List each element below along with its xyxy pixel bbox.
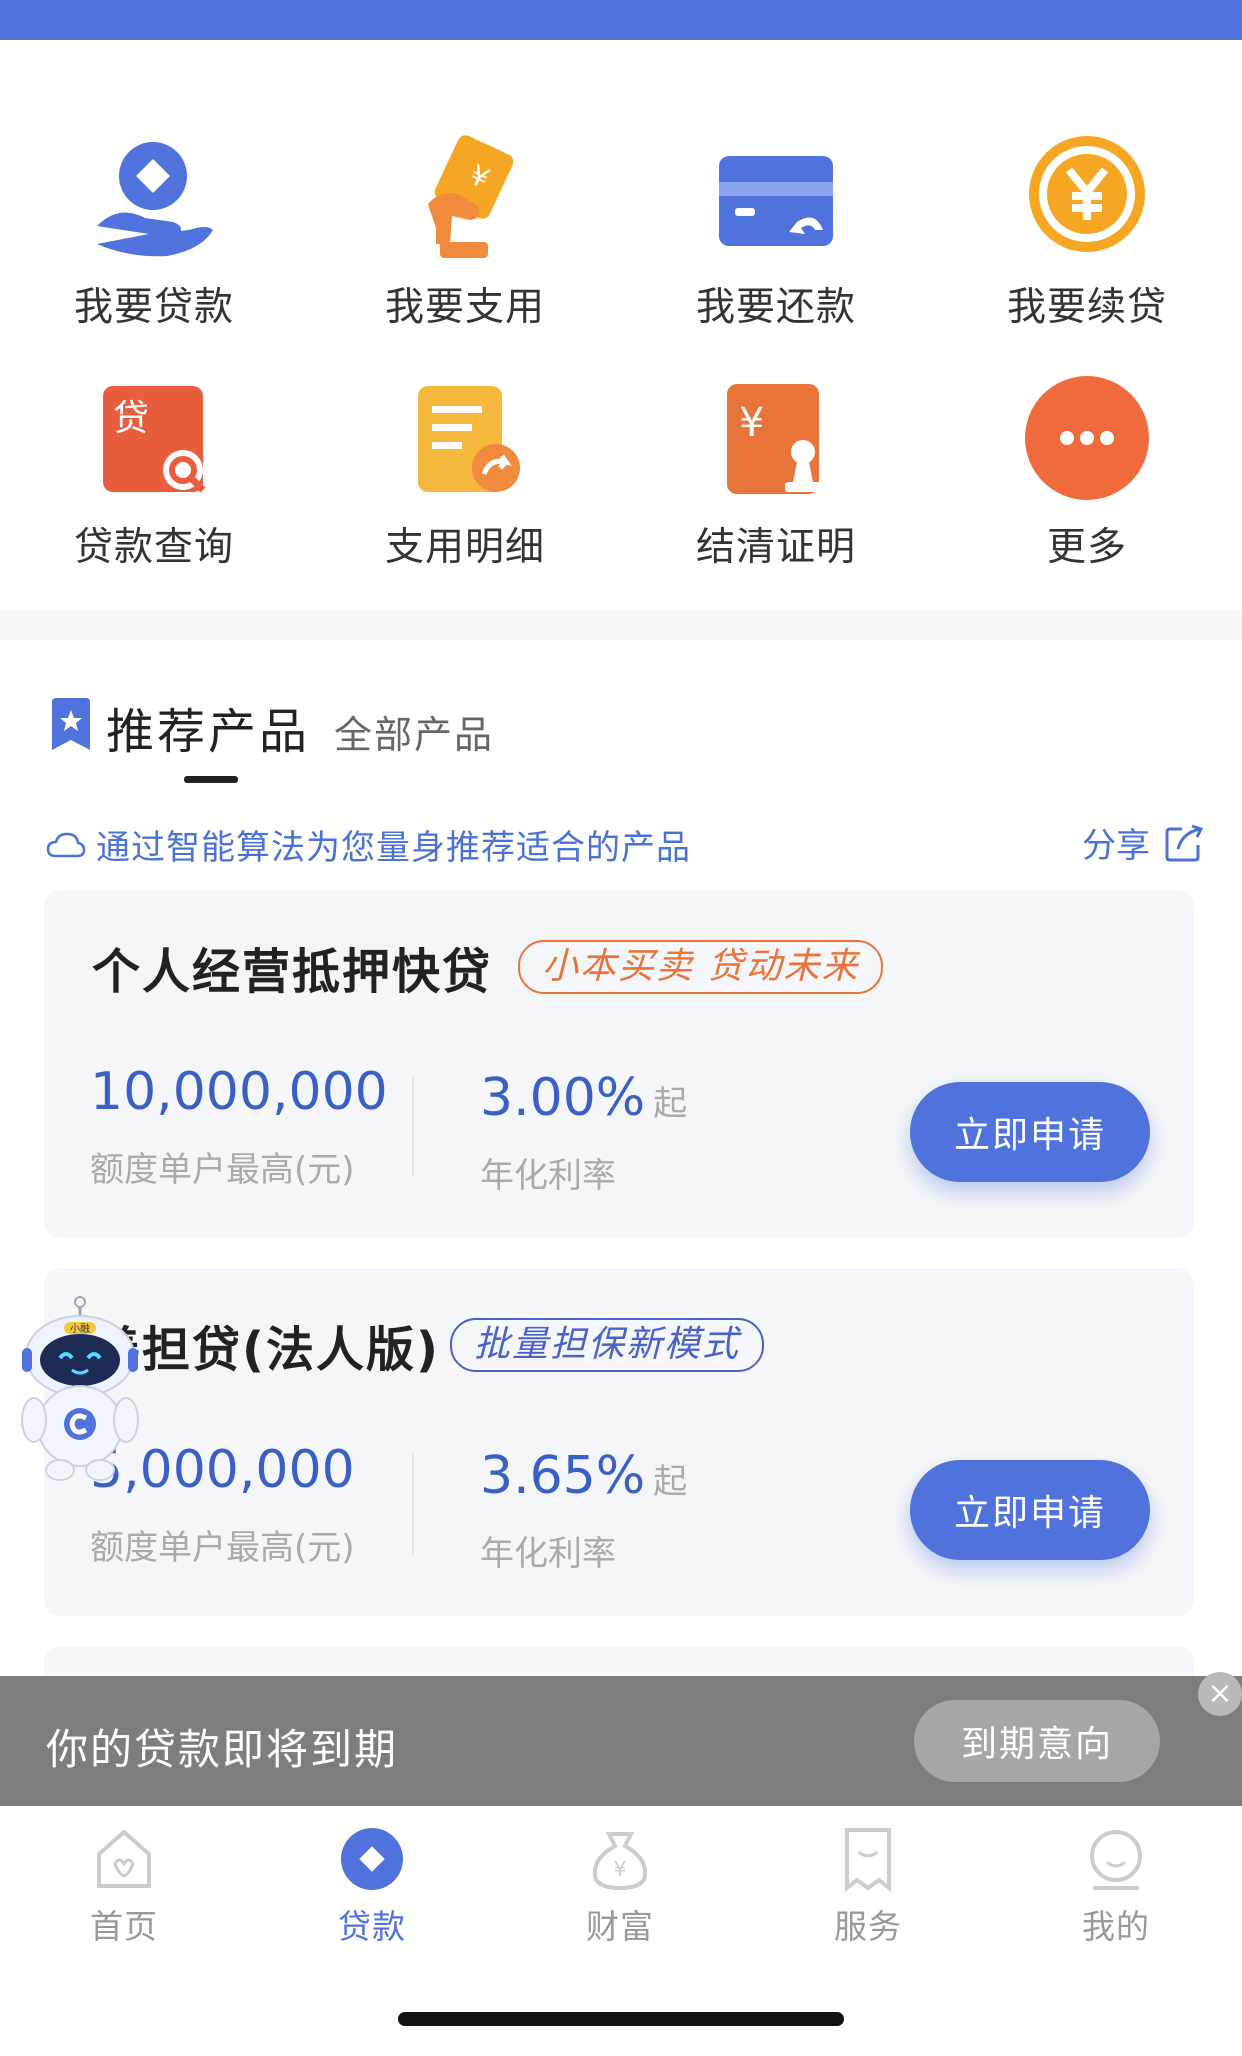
recommend-hint: 通过智能算法为您量身推荐适合的产品 (46, 820, 691, 869)
product-card[interactable]: 个人经营抵押快贷 小本买卖 贷动未来 10,000,000 额度单户最高(元) … (44, 890, 1194, 1238)
rate-suffix: 起 (653, 1462, 688, 1502)
tab-label: 我的 (1082, 1907, 1150, 1946)
top-status-strip (0, 0, 1242, 40)
home-icon (97, 1829, 151, 1888)
wealth-bag-icon: ¥ (592, 1832, 648, 1891)
annual-rate-label: 年化利率 (480, 1156, 616, 1196)
tab-home[interactable]: 首页 (44, 1824, 204, 1948)
product-name: 个人经营抵押快贷 (92, 944, 493, 1000)
due-intention-button[interactable]: 到期意向 (914, 1700, 1160, 1782)
tab-mine[interactable]: 我的 (1036, 1824, 1196, 1948)
grid-label: 支用明细 (384, 525, 545, 570)
annual-rate: 3.00% (480, 1068, 646, 1128)
annual-rate: 3.65% (480, 1446, 646, 1506)
bookmark-star-icon (52, 698, 90, 750)
tab-service[interactable]: 服务 (788, 1824, 948, 1948)
rate-suffix: 起 (653, 1084, 688, 1124)
loan-diamond-icon (341, 1828, 403, 1890)
grid-item-apply-loan[interactable]: 我要贷款 (4, 134, 304, 332)
tab-wealth[interactable]: ¥ 财富 (540, 1824, 700, 1948)
tab-label: 贷款 (338, 1907, 406, 1946)
usage-detail-icon (418, 386, 520, 492)
function-grid: 我要贷款 ¥ 我要支用 我要还款 我要续贷 贷 贷款查询 支用明细 ¥ 结清证明… (0, 40, 1242, 610)
grid-label: 更多 (1046, 525, 1127, 570)
loan-search-icon: 贷 (103, 386, 206, 493)
home-indicator[interactable] (398, 2012, 844, 2026)
svg-text:贷: 贷 (113, 398, 149, 439)
grid-label: 结清证明 (695, 525, 856, 570)
svg-text:¥: ¥ (614, 1857, 627, 1881)
repay-card-icon (719, 156, 833, 246)
grid-item-renew[interactable]: 我要续贷 (937, 134, 1237, 332)
apply-now-button[interactable]: 立即申请 (910, 1460, 1150, 1560)
hint-text: 通过智能算法为您量身推荐适合的产品 (96, 828, 691, 868)
mascot-badge: 小融 (70, 1323, 90, 1335)
max-amount: 10,000,000 (90, 1062, 388, 1122)
grid-label: 我要还款 (695, 285, 856, 330)
divider (412, 1076, 414, 1176)
grid-label: 我要贷款 (73, 285, 234, 330)
share-button[interactable]: 分享 (1082, 818, 1204, 867)
recommend-section: 推荐产品 全部产品 通过智能算法为您量身推荐适合的产品 分享 个人经营抵押快贷 … (0, 640, 1242, 1706)
loan-due-banner: 你的贷款即将到期 到期意向 × (0, 1672, 1242, 1806)
grid-item-withdraw[interactable]: ¥ 我要支用 (315, 134, 615, 332)
tab-recommended[interactable]: 推荐产品 (106, 692, 310, 762)
renew-yen-coin-icon (1029, 136, 1145, 252)
product-tag: 批量担保新模式 (450, 1318, 765, 1372)
grid-item-repay[interactable]: 我要还款 (626, 134, 926, 332)
active-tab-indicator (184, 776, 238, 783)
grid-item-settlement[interactable]: ¥ 结清证明 (626, 374, 926, 572)
banner-message: 你的贷款即将到期 (46, 1725, 399, 1774)
withdraw-card-icon: ¥ (428, 135, 514, 258)
close-icon[interactable]: × (1198, 1672, 1242, 1716)
grid-label: 贷款查询 (73, 525, 234, 570)
product-tag: 小本买卖 贷动未来 (518, 940, 884, 994)
grid-label: 我要续贷 (1006, 285, 1167, 330)
tab-label: 首页 (90, 1907, 158, 1946)
max-amount-label: 额度单户最高(元) (90, 1150, 355, 1190)
rate-block: 3.65% 起 (480, 1446, 687, 1506)
product-name: 善担贷(法人版) (92, 1322, 440, 1378)
annual-rate-label: 年化利率 (480, 1534, 616, 1574)
cloud-icon (46, 832, 86, 857)
product-card[interactable]: 善担贷(法人版) 批量担保新模式 5,000,000 额度单户最高(元) 3.6… (44, 1268, 1194, 1616)
divider (412, 1454, 414, 1554)
grid-item-loan-query[interactable]: 贷 贷款查询 (4, 374, 304, 572)
apply-now-button[interactable]: 立即申请 (910, 1082, 1150, 1182)
share-label: 分享 (1082, 826, 1150, 866)
max-amount-label: 额度单户最高(元) (90, 1528, 355, 1568)
tab-label: 财富 (586, 1907, 654, 1946)
settlement-certificate-icon: ¥ (727, 384, 821, 494)
tab-all-products[interactable]: 全部产品 (334, 704, 494, 759)
svg-text:¥: ¥ (739, 400, 764, 446)
service-icon (845, 1828, 891, 1893)
profile-icon (1090, 1830, 1142, 1890)
robot-assistant-icon[interactable]: 小融 (14, 1296, 144, 1486)
rate-block: 3.00% 起 (480, 1068, 687, 1128)
grid-item-usage-detail[interactable]: 支用明细 (315, 374, 615, 572)
more-icon (1025, 376, 1149, 500)
loan-hand-icon (97, 142, 213, 257)
share-icon (1165, 824, 1204, 861)
tab-loan[interactable]: 贷款 (292, 1824, 452, 1948)
grid-label: 我要支用 (384, 285, 545, 330)
tab-label: 服务 (834, 1907, 902, 1946)
grid-item-more[interactable]: 更多 (937, 374, 1237, 572)
